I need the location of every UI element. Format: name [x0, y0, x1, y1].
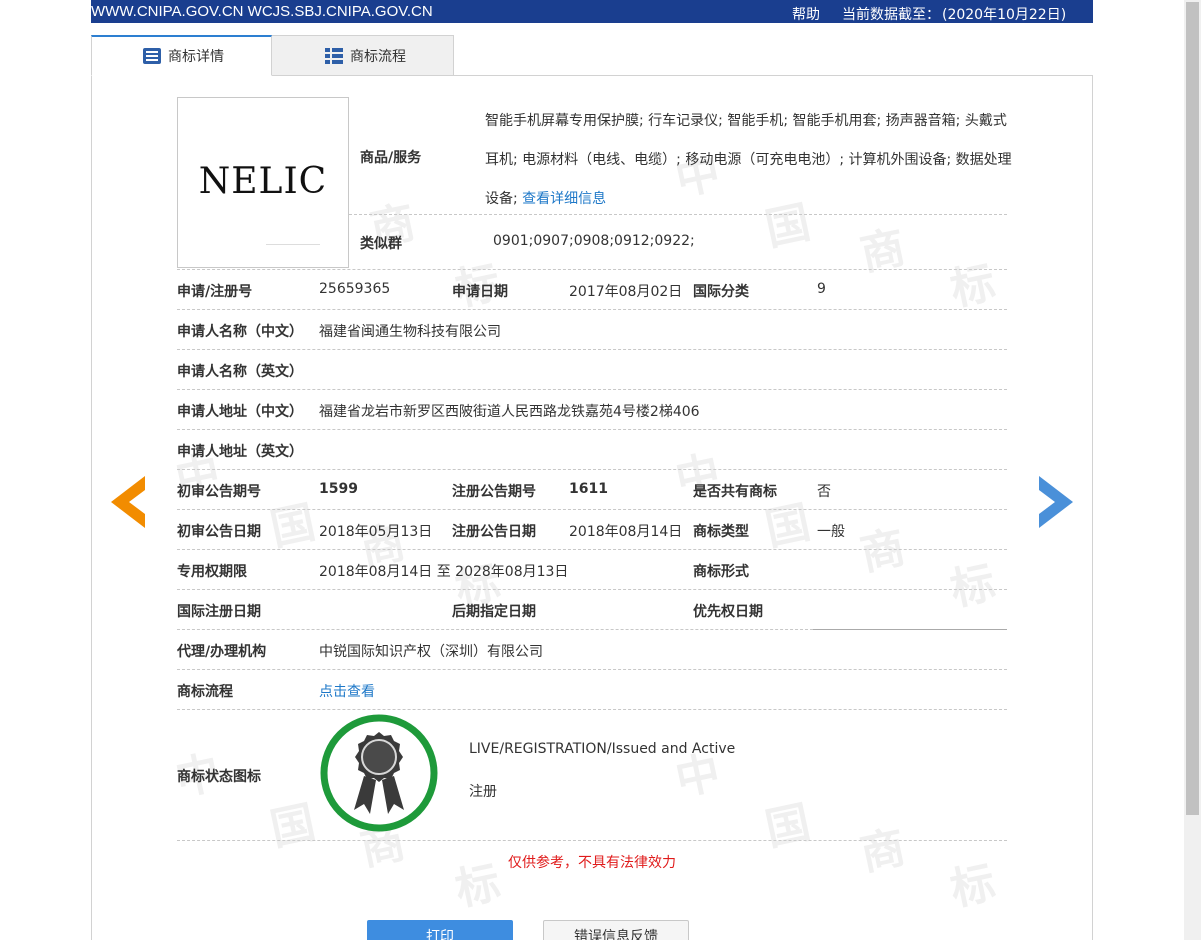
divider	[177, 429, 1007, 430]
divider	[177, 469, 1007, 470]
divider	[177, 840, 1007, 841]
applicant-cn-label: 申请人名称（中文）	[177, 324, 303, 340]
status-cn-value: 注册	[469, 784, 497, 800]
tab-label: 商标详情	[168, 49, 224, 65]
trademark-form-label: 商标形式	[693, 564, 749, 580]
term-label: 专用权期限	[177, 564, 247, 580]
divider	[177, 509, 1007, 510]
data-date-label: 当前数据截至：	[842, 7, 940, 23]
prelim-issue-value: 1599	[319, 481, 358, 497]
agent-value: 中锐国际知识产权（深圳）有限公司	[319, 644, 543, 660]
feedback-button[interactable]: 错误信息反馈	[543, 920, 689, 940]
previous-arrow-icon[interactable]	[111, 476, 145, 532]
address-cn-value: 福建省龙岩市新罗区西陂街道人民西路龙铁嘉苑4号楼2梯406	[319, 404, 700, 420]
reg-date-value: 2018年08月14日	[569, 524, 683, 540]
divider	[177, 589, 1007, 590]
agent-label: 代理/办理机构	[177, 644, 267, 660]
divider	[177, 269, 1007, 270]
divider	[177, 389, 1007, 390]
process-label: 商标流程	[177, 684, 233, 700]
divider	[177, 669, 1007, 670]
tab-trademark-details[interactable]: 商标详情	[91, 35, 272, 76]
status-icon-label: 商标状态图标	[177, 769, 261, 785]
divider	[349, 214, 1007, 215]
reg-date-label: 注册公告日期	[452, 524, 536, 540]
reg-issue-label: 注册公告期号	[452, 484, 536, 500]
next-arrow-icon[interactable]	[1039, 476, 1073, 532]
applicant-en-label: 申请人名称（英文）	[177, 364, 303, 380]
help-link[interactable]: 帮助	[792, 4, 820, 24]
intl-class-value: 9	[817, 281, 826, 297]
shared-value: 否	[817, 484, 831, 500]
divider	[177, 309, 1007, 310]
disclaimer-text: 仅供参考，不具有法律效力	[508, 855, 676, 871]
reg-issue-value: 1611	[569, 481, 608, 497]
similar-group-label: 类似群	[360, 236, 402, 252]
similar-group-value: 0901;0907;0908;0912;0922;	[493, 233, 695, 249]
priority-date-label: 优先权日期	[693, 604, 763, 620]
intl-class-label: 国际分类	[693, 284, 749, 300]
address-cn-label: 申请人地址（中文）	[177, 404, 303, 420]
status-en-value: LIVE/REGISTRATION/Issued and Active	[469, 741, 736, 757]
tab-trademark-process[interactable]: 商标流程	[272, 35, 454, 76]
prelim-date-value: 2018年05月13日	[319, 524, 433, 540]
site-urls: WWW.CNIPA.GOV.CN WCJS.SBJ.CNIPA.GOV.CN	[91, 3, 433, 20]
prelim-issue-label: 初审公告期号	[177, 484, 261, 500]
list-icon	[142, 47, 162, 65]
divider	[177, 549, 1007, 550]
goods-list: 智能手机屏幕专用保护膜; 行车记录仪; 智能手机; 智能手机用套; 扬声器音箱;…	[485, 102, 1015, 219]
trademark-image: NELIC	[177, 97, 349, 268]
reg-no-value: 25659365	[319, 281, 391, 297]
apply-date-value: 2017年08月02日	[569, 284, 683, 300]
scrollbar[interactable]	[1184, 0, 1201, 940]
reg-no-label: 申请/注册号	[177, 284, 253, 300]
intl-reg-date-label: 国际注册日期	[177, 604, 261, 620]
trademark-logo-text: NELIC	[198, 161, 328, 202]
trademark-type-value: 一般	[817, 524, 845, 540]
grid-icon	[324, 47, 344, 65]
registered-badge-icon	[320, 714, 438, 832]
view-details-link[interactable]: 查看详细信息	[522, 191, 606, 207]
view-process-link[interactable]: 点击查看	[319, 681, 375, 701]
print-button[interactable]: 打印	[367, 920, 513, 940]
top-bar: WWW.CNIPA.GOV.CN WCJS.SBJ.CNIPA.GOV.CN 帮…	[91, 0, 1093, 23]
divider	[177, 349, 1007, 350]
address-en-label: 申请人地址（英文）	[177, 444, 303, 460]
divider	[266, 244, 320, 245]
prelim-date-label: 初审公告日期	[177, 524, 261, 540]
divider	[177, 629, 813, 630]
later-date-label: 后期指定日期	[452, 604, 536, 620]
divider	[177, 709, 1007, 710]
trademark-type-label: 商标类型	[693, 524, 749, 540]
apply-date-label: 申请日期	[452, 284, 508, 300]
data-date-value: (2020年10月22日)	[942, 7, 1067, 23]
goods-label: 商品/服务	[360, 150, 422, 166]
tab-label: 商标流程	[350, 48, 406, 65]
shared-label: 是否共有商标	[693, 484, 777, 500]
applicant-cn-value: 福建省闽通生物科技有限公司	[319, 324, 501, 340]
scrollbar-thumb[interactable]	[1186, 2, 1199, 815]
divider	[813, 629, 1007, 630]
term-value: 2018年08月14日 至 2028年08月13日	[319, 564, 569, 580]
